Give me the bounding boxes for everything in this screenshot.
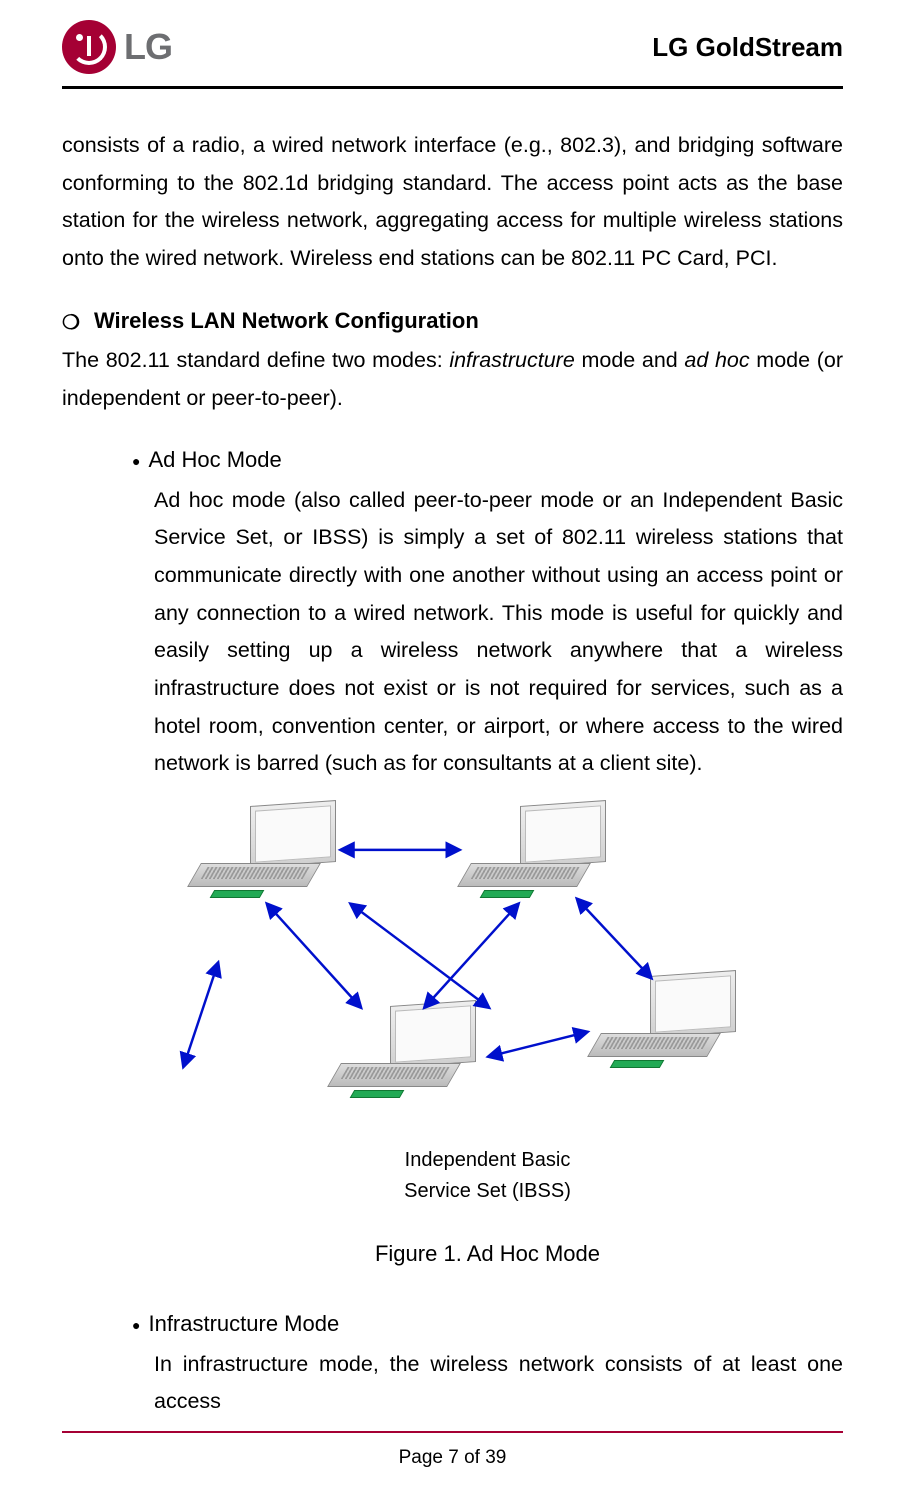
- intro-paragraph: consists of a radio, a wired network int…: [62, 127, 843, 278]
- laptop-icon: [464, 803, 614, 895]
- mode-infrastructure: infrastructure: [449, 348, 574, 372]
- section-intro-mid: mode and: [575, 348, 685, 372]
- section-title: Wireless LAN Network Configuration: [94, 302, 479, 341]
- laptop-icon: [194, 803, 344, 895]
- adhoc-diagram: [154, 793, 843, 1143]
- adhoc-body: Ad hoc mode (also called peer-to-peer mo…: [132, 482, 843, 783]
- section-heading: ❍ Wireless LAN Network Configuration: [62, 302, 843, 341]
- disc-bullet-icon: ●: [132, 454, 140, 468]
- section-intro: The 802.11 standard define two modes: in…: [62, 342, 843, 417]
- brand-logo: LG: [62, 20, 172, 74]
- document-title: LG GoldStream: [652, 32, 843, 63]
- footer-rule: [62, 1431, 843, 1433]
- logo-text: LG: [124, 26, 172, 68]
- laptop-icon: [334, 1003, 484, 1095]
- circle-bullet-icon: ❍: [62, 313, 80, 333]
- page-content: consists of a radio, a wired network int…: [62, 89, 843, 1421]
- figure-title: Figure 1. Ad Hoc Mode: [132, 1235, 843, 1274]
- adhoc-title: Ad Hoc Mode: [148, 441, 281, 480]
- laptop-icon: [594, 973, 744, 1065]
- adhoc-heading: ● Ad Hoc Mode: [132, 441, 843, 480]
- page-header: LG LG GoldStream: [62, 20, 843, 82]
- infrastructure-heading: ● Infrastructure Mode: [132, 1305, 843, 1344]
- page-footer: Page 7 of 39: [62, 1431, 843, 1469]
- infrastructure-body: In infrastructure mode, the wireless net…: [132, 1346, 843, 1421]
- infrastructure-title: Infrastructure Mode: [148, 1305, 339, 1344]
- diagram-caption: Independent Basic Service Set (IBSS): [132, 1145, 843, 1207]
- section-intro-pre: The 802.11 standard define two modes:: [62, 348, 449, 372]
- disc-bullet-icon: ●: [132, 1318, 140, 1332]
- lg-face-icon: [62, 20, 116, 74]
- caption-line-1: Independent Basic: [405, 1149, 571, 1171]
- caption-line-2: Service Set (IBSS): [404, 1180, 571, 1202]
- mode-adhoc: ad hoc: [684, 348, 749, 372]
- page-number: Page 7 of 39: [62, 1447, 843, 1469]
